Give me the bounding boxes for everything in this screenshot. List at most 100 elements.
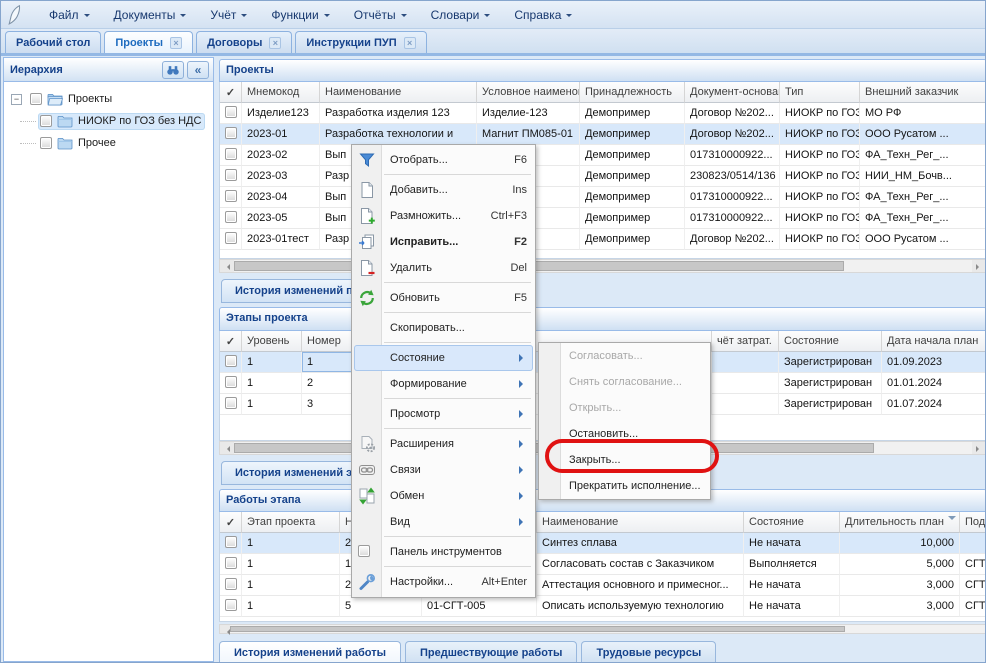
table-row[interactable]: 1501-СГТ-005Описать используемую техноло… bbox=[220, 596, 986, 617]
row-checkbox[interactable] bbox=[225, 127, 237, 139]
menu-item-links[interactable]: Связи bbox=[352, 457, 535, 483]
scrollbar-thumb[interactable] bbox=[230, 626, 845, 632]
column-header[interactable]: Дата начала план bbox=[882, 331, 986, 352]
column-header[interactable]: чёт затрат. bbox=[712, 331, 779, 352]
table-row[interactable]: 2023-04ВыпДемопример017310000922...НИОКР… bbox=[220, 187, 986, 208]
menu-item-settings[interactable]: Настройки...Alt+Enter bbox=[352, 569, 535, 595]
column-header[interactable]: Мнемокод bbox=[242, 82, 320, 103]
menu-accounting[interactable]: Учёт bbox=[198, 4, 259, 26]
menu-item-duplicate[interactable]: Размножить...Ctrl+F3 bbox=[352, 203, 535, 229]
close-icon[interactable]: × bbox=[269, 37, 281, 49]
row-checkbox[interactable] bbox=[225, 599, 237, 611]
column-header-check[interactable]: ✓ bbox=[220, 82, 242, 103]
row-checkbox[interactable] bbox=[225, 169, 237, 181]
menu-item-refresh[interactable]: ОбновитьF5 bbox=[352, 285, 535, 311]
column-header[interactable]: Наименование bbox=[537, 512, 744, 533]
column-header[interactable]: Внешний заказчик bbox=[860, 82, 986, 103]
column-header[interactable]: Условное наименова bbox=[477, 82, 580, 103]
tab-projects[interactable]: Проекты× bbox=[104, 31, 193, 53]
close-icon[interactable]: × bbox=[404, 37, 416, 49]
menu-help[interactable]: Справка bbox=[502, 4, 584, 26]
column-header-check[interactable]: ✓ bbox=[220, 331, 242, 352]
table-row-selected[interactable]: 2023-01Разработка технологии иМагнит ПМ0… bbox=[220, 124, 986, 145]
menu-item-edit[interactable]: Исправить...F2 bbox=[352, 229, 535, 255]
tab-desktop[interactable]: Рабочий стол bbox=[5, 31, 101, 53]
row-checkbox[interactable] bbox=[225, 211, 237, 223]
menu-file[interactable]: Файл bbox=[37, 4, 102, 26]
menu-item-delete[interactable]: УдалитьDel bbox=[352, 255, 535, 281]
column-header-sorted[interactable]: Длительность план bbox=[840, 512, 960, 533]
table-row[interactable]: Изделие123Разработка изделия 123Изделие-… bbox=[220, 103, 986, 124]
column-header[interactable]: Документ-основан bbox=[685, 82, 780, 103]
tree-node-other[interactable]: Прочее bbox=[8, 132, 209, 154]
row-checkbox[interactable] bbox=[225, 190, 237, 202]
row-checkbox[interactable] bbox=[225, 397, 237, 409]
menu-item-view[interactable]: Вид bbox=[352, 509, 535, 535]
scrollbar-thumb[interactable] bbox=[234, 261, 844, 271]
column-header[interactable]: Уровень bbox=[242, 331, 302, 352]
menu-item-formation[interactable]: Формирование bbox=[352, 371, 535, 397]
column-header-check[interactable]: ✓ bbox=[220, 512, 242, 533]
menu-item-toolbar-toggle[interactable]: Панель инструментов bbox=[352, 539, 535, 565]
table-row-selected[interactable]: 127Синтез сплаваНе начата10,000 bbox=[220, 533, 986, 554]
menu-functions[interactable]: Функции bbox=[259, 4, 341, 26]
collapse-panel-icon[interactable]: « bbox=[187, 61, 209, 79]
column-header[interactable]: Этап проекта bbox=[242, 512, 340, 533]
tab-history-stage[interactable]: История изменений э bbox=[221, 461, 366, 485]
menu-item-copy[interactable]: Скопировать... bbox=[352, 315, 535, 341]
scroll-left-icon[interactable] bbox=[220, 442, 234, 454]
search-icon[interactable] bbox=[162, 61, 184, 79]
menu-dictionaries[interactable]: Словари bbox=[419, 4, 503, 26]
row-checkbox[interactable] bbox=[225, 536, 237, 548]
menu-item-state[interactable]: Состояние bbox=[354, 345, 533, 371]
row-checkbox[interactable] bbox=[225, 355, 237, 367]
node-checkbox[interactable] bbox=[40, 137, 52, 149]
close-icon[interactable]: × bbox=[170, 37, 182, 49]
column-header[interactable]: Тип bbox=[780, 82, 860, 103]
menu-item-filter[interactable]: Отобрать...F6 bbox=[352, 147, 535, 173]
tree-node-niokr[interactable]: НИОКР по ГОЗ без НДС bbox=[8, 110, 209, 132]
scroll-right-icon[interactable] bbox=[972, 260, 986, 272]
table-row[interactable]: 12Аттестация основного и примесног...Не … bbox=[220, 575, 986, 596]
menu-item-extensions[interactable]: Расширения bbox=[352, 431, 535, 457]
row-checkbox[interactable] bbox=[225, 578, 237, 590]
tab-preceding-works[interactable]: Предшествующие работы bbox=[405, 641, 577, 663]
tab-contracts[interactable]: Договоры× bbox=[196, 31, 292, 53]
tree-node-projects[interactable]: − Проекты bbox=[8, 88, 209, 110]
submenu-item-stop[interactable]: Остановить... bbox=[539, 421, 710, 447]
table-row[interactable]: 2023-05ВыпДемопример017310000922...НИОКР… bbox=[220, 208, 986, 229]
row-checkbox[interactable] bbox=[225, 232, 237, 244]
menu-documents[interactable]: Документы bbox=[102, 4, 199, 26]
column-header[interactable]: Наименование bbox=[320, 82, 477, 103]
table-row[interactable]: 2023-02Выпа-ЭМСДемопример017310000922...… bbox=[220, 145, 986, 166]
scroll-left-icon[interactable] bbox=[220, 625, 230, 633]
table-row[interactable]: 11Согласовать состав с ЗаказчикомВыполня… bbox=[220, 554, 986, 575]
menu-item-exchange[interactable]: Обмен bbox=[352, 483, 535, 509]
tab-instructions[interactable]: Инструкции ПУП× bbox=[295, 31, 426, 53]
row-checkbox[interactable] bbox=[225, 106, 237, 118]
column-header[interactable]: Принадлежность bbox=[580, 82, 685, 103]
row-checkbox[interactable] bbox=[225, 557, 237, 569]
collapse-node-icon[interactable]: − bbox=[11, 94, 22, 105]
toolbar-checkbox[interactable] bbox=[358, 545, 376, 563]
exchange-icon bbox=[358, 487, 376, 505]
scroll-left-icon[interactable] bbox=[220, 260, 234, 272]
tab-history-work[interactable]: История изменений работы bbox=[219, 641, 401, 663]
menu-reports[interactable]: Отчёты bbox=[342, 4, 419, 26]
submenu-item-close[interactable]: Закрыть... bbox=[539, 447, 710, 473]
submenu-item-terminate[interactable]: Прекратить исполнение... bbox=[539, 473, 710, 499]
tab-history-project[interactable]: История изменений п bbox=[221, 279, 367, 303]
node-checkbox[interactable] bbox=[30, 93, 42, 105]
scroll-right-icon[interactable] bbox=[972, 442, 986, 454]
table-row[interactable]: 2023-01тестРазрй маг...ДемопримерДоговор… bbox=[220, 229, 986, 250]
menu-item-add[interactable]: Добавить...Ins bbox=[352, 177, 535, 203]
tab-labor-resources[interactable]: Трудовые ресурсы bbox=[581, 641, 716, 663]
column-header[interactable]: Подр bbox=[960, 512, 986, 533]
menu-item-view-mode[interactable]: Просмотр bbox=[352, 401, 535, 427]
column-header[interactable]: Состояние bbox=[744, 512, 840, 533]
column-header[interactable]: Состояние bbox=[779, 331, 882, 352]
table-row[interactable]: 2023-03Разр23/269Демопример230823/0514/1… bbox=[220, 166, 986, 187]
node-checkbox[interactable] bbox=[40, 115, 52, 127]
row-checkbox[interactable] bbox=[225, 148, 237, 160]
row-checkbox[interactable] bbox=[225, 376, 237, 388]
